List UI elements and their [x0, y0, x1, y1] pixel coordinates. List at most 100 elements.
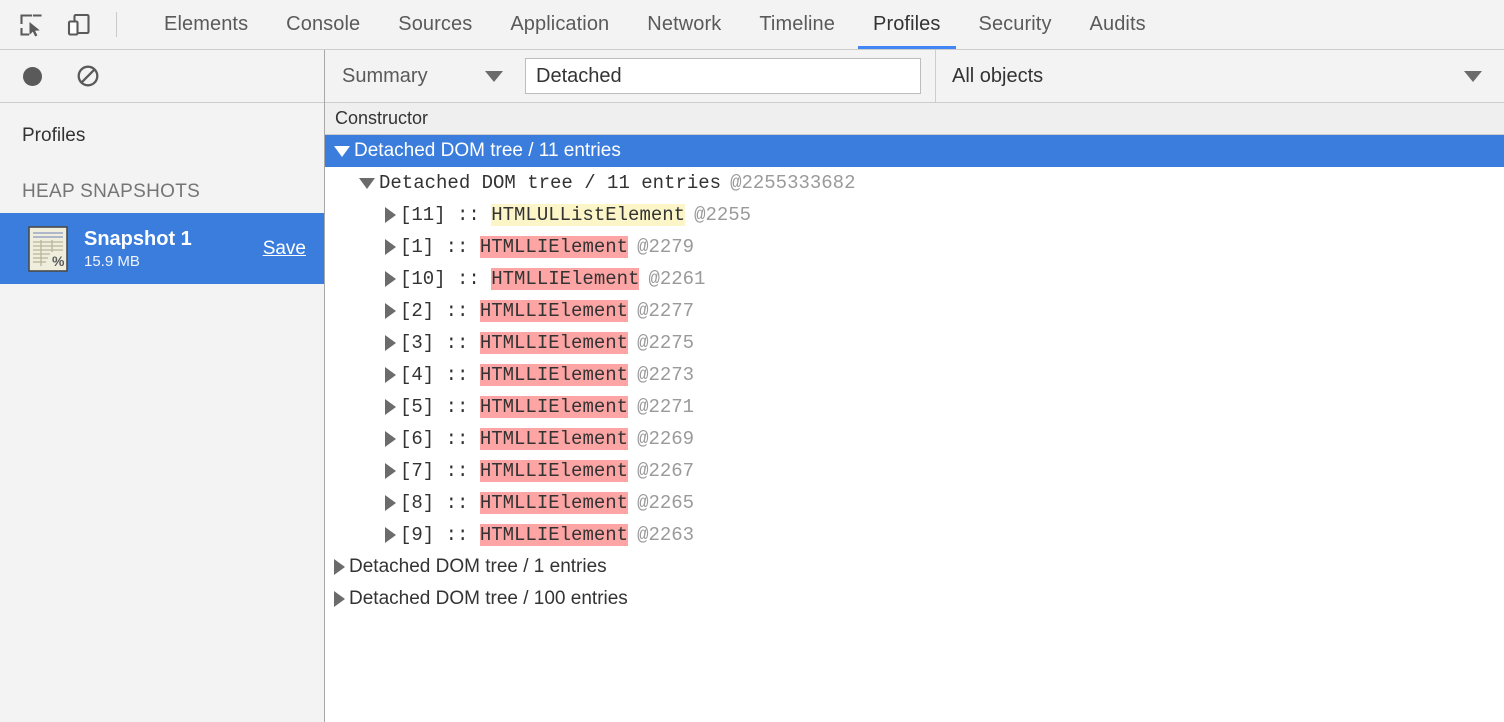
triangle-right-icon[interactable] [385, 431, 396, 447]
triangle-right-icon[interactable] [385, 367, 396, 383]
table-row[interactable]: [2] :: HTMLLIElement@2277 [325, 295, 1504, 327]
row-index-prefix: [3] :: [400, 332, 480, 354]
tab-label: Sources [398, 13, 472, 36]
clear-button[interactable] [74, 62, 102, 90]
sidebar-toolbar [0, 50, 324, 103]
row-object-id: @2255 [694, 204, 751, 226]
triangle-right-icon[interactable] [385, 527, 396, 543]
row-index-prefix: [11] :: [400, 204, 491, 226]
chevron-down-icon [1464, 71, 1482, 82]
row-constructor-label: HTMLLIElement [491, 268, 639, 290]
triangle-right-icon[interactable] [334, 559, 345, 575]
triangle-down-icon[interactable] [334, 146, 350, 157]
profiles-content: Summary All objects Constructor Detached… [325, 50, 1504, 722]
row-index-prefix: [10] :: [400, 268, 491, 290]
devtools-tabbar: Elements Console Sources Application Net… [0, 0, 1504, 50]
triangle-right-icon[interactable] [385, 271, 396, 287]
table-row[interactable]: [6] :: HTMLLIElement@2269 [325, 423, 1504, 455]
save-snapshot-link[interactable]: Save [253, 238, 306, 260]
tab-network[interactable]: Network [628, 0, 740, 49]
triangle-right-icon[interactable] [385, 207, 396, 223]
table-row[interactable]: [7] :: HTMLLIElement @2267 [325, 455, 1504, 487]
devtools-window: Elements Console Sources Application Net… [0, 0, 1504, 722]
tab-security[interactable]: Security [960, 0, 1071, 49]
table-row[interactable]: [5] :: HTMLLIElement@2271 [325, 391, 1504, 423]
row-constructor-label: HTMLLIElement [480, 460, 628, 482]
table-row[interactable]: [4] :: HTMLLIElement @2273 [325, 359, 1504, 391]
table-row[interactable]: Detached DOM tree / 1 entries [325, 551, 1504, 583]
table-row[interactable]: Detached DOM tree / 11 entries @225533368… [325, 167, 1504, 199]
chevron-down-icon [485, 71, 503, 82]
row-constructor-label: HTMLLIElement [480, 524, 628, 546]
row-index-prefix: [7] :: [400, 460, 480, 482]
tab-application[interactable]: Application [491, 0, 628, 49]
row-object-id: @2263 [637, 524, 694, 546]
tab-timeline[interactable]: Timeline [740, 0, 854, 49]
triangle-right-icon[interactable] [385, 239, 396, 255]
table-row[interactable]: [8] :: HTMLLIElement @2265 [325, 487, 1504, 519]
triangle-right-icon[interactable] [385, 463, 396, 479]
triangle-right-icon[interactable] [385, 399, 396, 415]
class-filter-input[interactable] [525, 58, 921, 94]
row-index-prefix: [8] :: [400, 492, 480, 514]
table-row[interactable]: Detached DOM tree / 100 entries [325, 583, 1504, 615]
tab-label: Elements [164, 13, 248, 36]
row-constructor-label: Detached DOM tree / 100 entries [349, 588, 628, 610]
sidebar-section-heap-snapshots: HEAP SNAPSHOTS [0, 147, 324, 213]
row-index-prefix: [5] :: [400, 396, 480, 418]
tab-label: Security [979, 13, 1052, 36]
tab-label: Profiles [873, 13, 941, 36]
row-object-id: @2273 [637, 364, 694, 386]
table-row[interactable]: [10] :: HTMLLIElement@2261 [325, 263, 1504, 295]
content-toolbar: Summary All objects [325, 50, 1504, 103]
toolbar-divider [116, 12, 117, 37]
row-constructor-label: HTMLLIElement [480, 332, 628, 354]
view-mode-select[interactable]: Summary [325, 65, 525, 88]
triangle-down-icon[interactable] [359, 178, 375, 189]
row-index-prefix: [6] :: [400, 428, 480, 450]
row-object-id: @2279 [637, 236, 694, 258]
heap-snapshot-tree[interactable]: Detached DOM tree / 11 entriesDetached D… [325, 135, 1504, 722]
triangle-right-icon[interactable] [385, 495, 396, 511]
table-column-header: Constructor [325, 103, 1504, 135]
svg-text:%: % [52, 253, 65, 269]
view-mode-value: Summary [342, 65, 485, 88]
triangle-right-icon[interactable] [334, 591, 345, 607]
snapshot-text: Snapshot 1 15.9 MB [84, 228, 253, 270]
tab-profiles[interactable]: Profiles [854, 0, 960, 49]
row-index-prefix: [9] :: [400, 524, 480, 546]
triangle-right-icon[interactable] [385, 303, 396, 319]
table-row[interactable]: [1] :: HTMLLIElement@2279 [325, 231, 1504, 263]
sidebar-item-snapshot-1[interactable]: % Snapshot 1 15.9 MB Save [0, 213, 324, 284]
tab-elements[interactable]: Elements [145, 0, 267, 49]
tab-audits[interactable]: Audits [1071, 0, 1165, 49]
row-index-prefix: [4] :: [400, 364, 480, 386]
row-index-prefix: [2] :: [400, 300, 480, 322]
record-button[interactable] [18, 62, 46, 90]
snapshot-size: 15.9 MB [84, 253, 253, 270]
row-constructor-label: HTMLLIElement [480, 428, 628, 450]
row-object-id: @2255333682 [730, 172, 855, 194]
table-row[interactable]: [3] :: HTMLLIElement @2275 [325, 327, 1504, 359]
row-object-id: @2265 [637, 492, 694, 514]
table-row[interactable]: [11] :: HTMLULListElement@2255 [325, 199, 1504, 231]
row-object-id: @2275 [637, 332, 694, 354]
tab-label: Network [647, 13, 721, 36]
object-filter-select[interactable]: All objects [936, 65, 1504, 88]
table-row[interactable]: Detached DOM tree / 11 entries [325, 135, 1504, 167]
row-constructor-label: HTMLLIElement [480, 364, 628, 386]
triangle-right-icon[interactable] [385, 335, 396, 351]
tab-label: Console [286, 13, 360, 36]
devtools-tool-icons [0, 0, 94, 49]
table-row[interactable]: [9] :: HTMLLIElement @2263 [325, 519, 1504, 551]
tab-sources[interactable]: Sources [379, 0, 491, 49]
inspect-element-icon[interactable] [16, 10, 46, 40]
tab-console[interactable]: Console [267, 0, 379, 49]
row-constructor-label: HTMLLIElement [480, 396, 628, 418]
row-object-id: @2267 [637, 460, 694, 482]
row-constructor-label: Detached DOM tree / 11 entries [379, 172, 721, 194]
tab-label: Audits [1090, 13, 1146, 36]
device-toolbar-icon[interactable] [64, 10, 94, 40]
row-constructor-label: HTMLLIElement [480, 300, 628, 322]
row-constructor-label: HTMLLIElement [480, 492, 628, 514]
